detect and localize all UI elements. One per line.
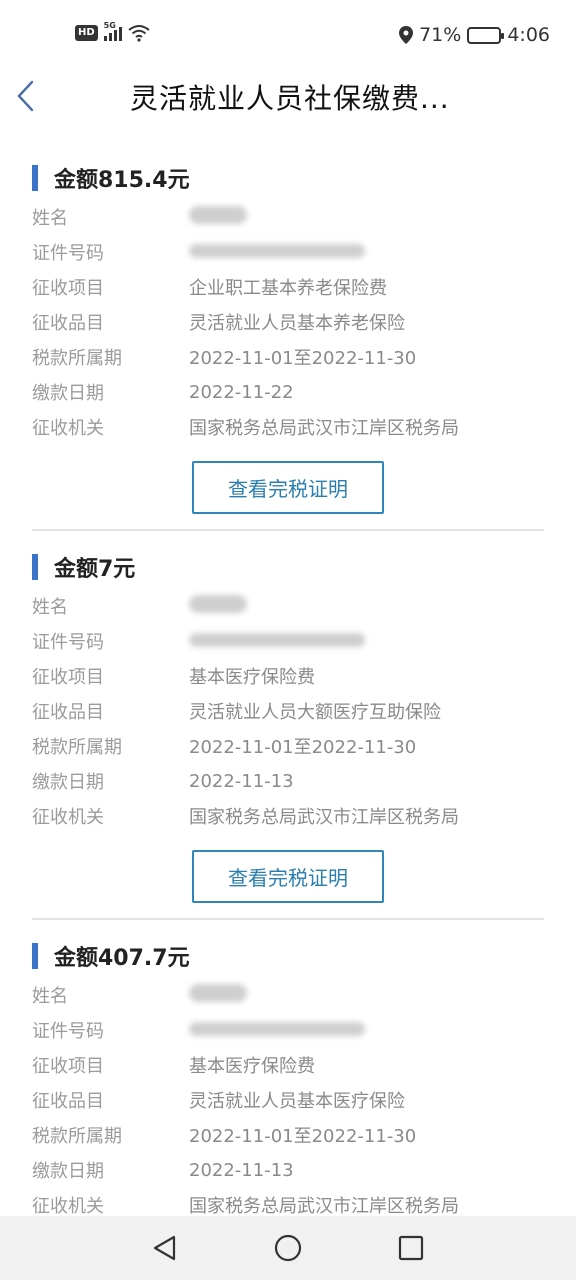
clock: 4:06 [507, 24, 550, 46]
authority-value: 国家税务总局武汉市江岸区税务局 [189, 807, 459, 828]
levy-item-value: 企业职工基本养老保险费 [189, 278, 387, 299]
name-value-redacted [189, 983, 247, 1007]
location-icon [399, 26, 414, 44]
tax-period-value: 2022-11-01至2022-11-30 [189, 348, 417, 369]
levy-subitem-row: 征收品目 灵活就业人员大额医疗互助保险 [32, 696, 552, 726]
payment-record: 金额7元 姓名 证件号码 征收项目 基本医疗保险费 征收品目 灵活就业人员大额医… [0, 539, 576, 928]
id-row: 证件号码 [32, 1015, 552, 1045]
pay-date-label: 缴款日期 [32, 383, 104, 404]
record-amount: 金额815.4元 [54, 168, 190, 193]
pay-date-row: 缴款日期 2022-11-13 [32, 766, 552, 796]
record-amount: 金额407.7元 [54, 946, 190, 971]
levy-item-value: 基本医疗保险费 [189, 1056, 315, 1077]
name-label: 姓名 [32, 208, 68, 229]
name-label: 姓名 [32, 986, 68, 1007]
id-value-redacted [189, 631, 365, 652]
name-value-redacted [189, 594, 247, 618]
id-value-redacted [189, 242, 365, 263]
authority-label: 征收机关 [32, 807, 104, 828]
authority-row: 征收机关 国家税务总局武汉市江岸区税务局 [32, 412, 552, 442]
status-left: HD 5G [75, 21, 150, 42]
tax-period-row: 税款所属期 2022-11-01至2022-11-30 [32, 731, 552, 761]
id-label: 证件号码 [32, 243, 104, 264]
levy-item-label: 征收项目 [32, 1056, 104, 1077]
pay-date-row: 缴款日期 2022-11-13 [32, 1155, 552, 1185]
accent-bar [32, 165, 38, 191]
levy-subitem-label: 征收品目 [32, 1091, 104, 1112]
tax-period-label: 税款所属期 [32, 348, 122, 369]
levy-item-row: 征收项目 基本医疗保险费 [32, 1050, 552, 1080]
levy-subitem-value: 灵活就业人员大额医疗互助保险 [189, 702, 441, 723]
record-title: 金额815.4元 [32, 164, 190, 193]
authority-row: 征收机关 国家税务总局武汉市江岸区税务局 [32, 801, 552, 831]
tax-period-row: 税款所属期 2022-11-01至2022-11-30 [32, 342, 552, 372]
record-amount: 金额7元 [54, 557, 136, 582]
levy-item-value: 基本医疗保险费 [189, 667, 315, 688]
battery-percent: 71% [419, 24, 462, 46]
name-value-redacted [189, 205, 247, 229]
accent-bar [32, 943, 38, 969]
system-navigation-bar [0, 1216, 576, 1280]
view-tax-certificate-button[interactable]: 查看完税证明 [192, 850, 384, 903]
id-label: 证件号码 [32, 632, 104, 653]
tax-period-row: 税款所属期 2022-11-01至2022-11-30 [32, 1120, 552, 1150]
authority-label: 征收机关 [32, 418, 104, 439]
wifi-icon [128, 25, 150, 42]
id-row: 证件号码 [32, 237, 552, 267]
view-tax-certificate-button[interactable]: 查看完税证明 [192, 461, 384, 514]
name-label: 姓名 [32, 597, 68, 618]
levy-subitem-label: 征收品目 [32, 313, 104, 334]
status-bar: HD 5G 71% 4:06 [0, 0, 576, 70]
name-row: 姓名 [32, 202, 552, 232]
pay-date-value: 2022-11-22 [189, 381, 294, 403]
authority-value: 国家税务总局武汉市江岸区税务局 [189, 418, 459, 439]
divider [32, 529, 544, 531]
accent-bar [32, 554, 38, 580]
record-title: 金额407.7元 [32, 942, 190, 971]
nav-back-icon[interactable] [150, 1233, 180, 1263]
back-arrow-icon[interactable] [14, 78, 38, 114]
tax-period-value: 2022-11-01至2022-11-30 [189, 1126, 417, 1147]
tax-period-label: 税款所属期 [32, 737, 122, 758]
battery-icon [467, 26, 505, 44]
page-title: 灵活就业人员社保缴费... [130, 82, 450, 115]
signal-icon: 5G [103, 21, 122, 41]
levy-subitem-value: 灵活就业人员基本医疗保险 [189, 1091, 405, 1112]
status-right: 71% 4:06 [399, 24, 550, 46]
id-row: 证件号码 [32, 626, 552, 656]
name-row: 姓名 [32, 980, 552, 1010]
authority-value: 国家税务总局武汉市江岸区税务局 [189, 1196, 459, 1217]
levy-item-row: 征收项目 基本医疗保险费 [32, 661, 552, 691]
id-value-redacted [189, 1020, 365, 1041]
nav-home-icon[interactable] [273, 1233, 303, 1263]
levy-item-label: 征收项目 [32, 278, 104, 299]
pay-date-label: 缴款日期 [32, 772, 104, 793]
payment-record: 金额815.4元 姓名 证件号码 征收项目 企业职工基本养老保险费 征收品目 灵… [0, 150, 576, 539]
authority-label: 征收机关 [32, 1196, 104, 1217]
payment-records-list: 金额815.4元 姓名 证件号码 征收项目 企业职工基本养老保险费 征收品目 灵… [0, 150, 576, 1280]
levy-subitem-label: 征收品目 [32, 702, 104, 723]
pay-date-value: 2022-11-13 [189, 770, 294, 792]
levy-subitem-row: 征收品目 灵活就业人员基本养老保险 [32, 307, 552, 337]
pay-date-value: 2022-11-13 [189, 1159, 294, 1181]
divider [32, 918, 544, 920]
levy-item-row: 征收项目 企业职工基本养老保险费 [32, 272, 552, 302]
pay-date-label: 缴款日期 [32, 1161, 104, 1182]
pay-date-row: 缴款日期 2022-11-22 [32, 377, 552, 407]
header: 灵活就业人员社保缴费... [0, 70, 576, 122]
tax-period-value: 2022-11-01至2022-11-30 [189, 737, 417, 758]
levy-subitem-value: 灵活就业人员基本养老保险 [189, 313, 405, 334]
name-row: 姓名 [32, 591, 552, 621]
nav-recents-icon[interactable] [396, 1233, 426, 1263]
record-title: 金额7元 [32, 553, 136, 582]
network-type-label: 5G [103, 21, 116, 30]
levy-subitem-row: 征收品目 灵活就业人员基本医疗保险 [32, 1085, 552, 1115]
tax-period-label: 税款所属期 [32, 1126, 122, 1147]
id-label: 证件号码 [32, 1021, 104, 1042]
hd-badge: HD [75, 25, 98, 41]
levy-item-label: 征收项目 [32, 667, 104, 688]
